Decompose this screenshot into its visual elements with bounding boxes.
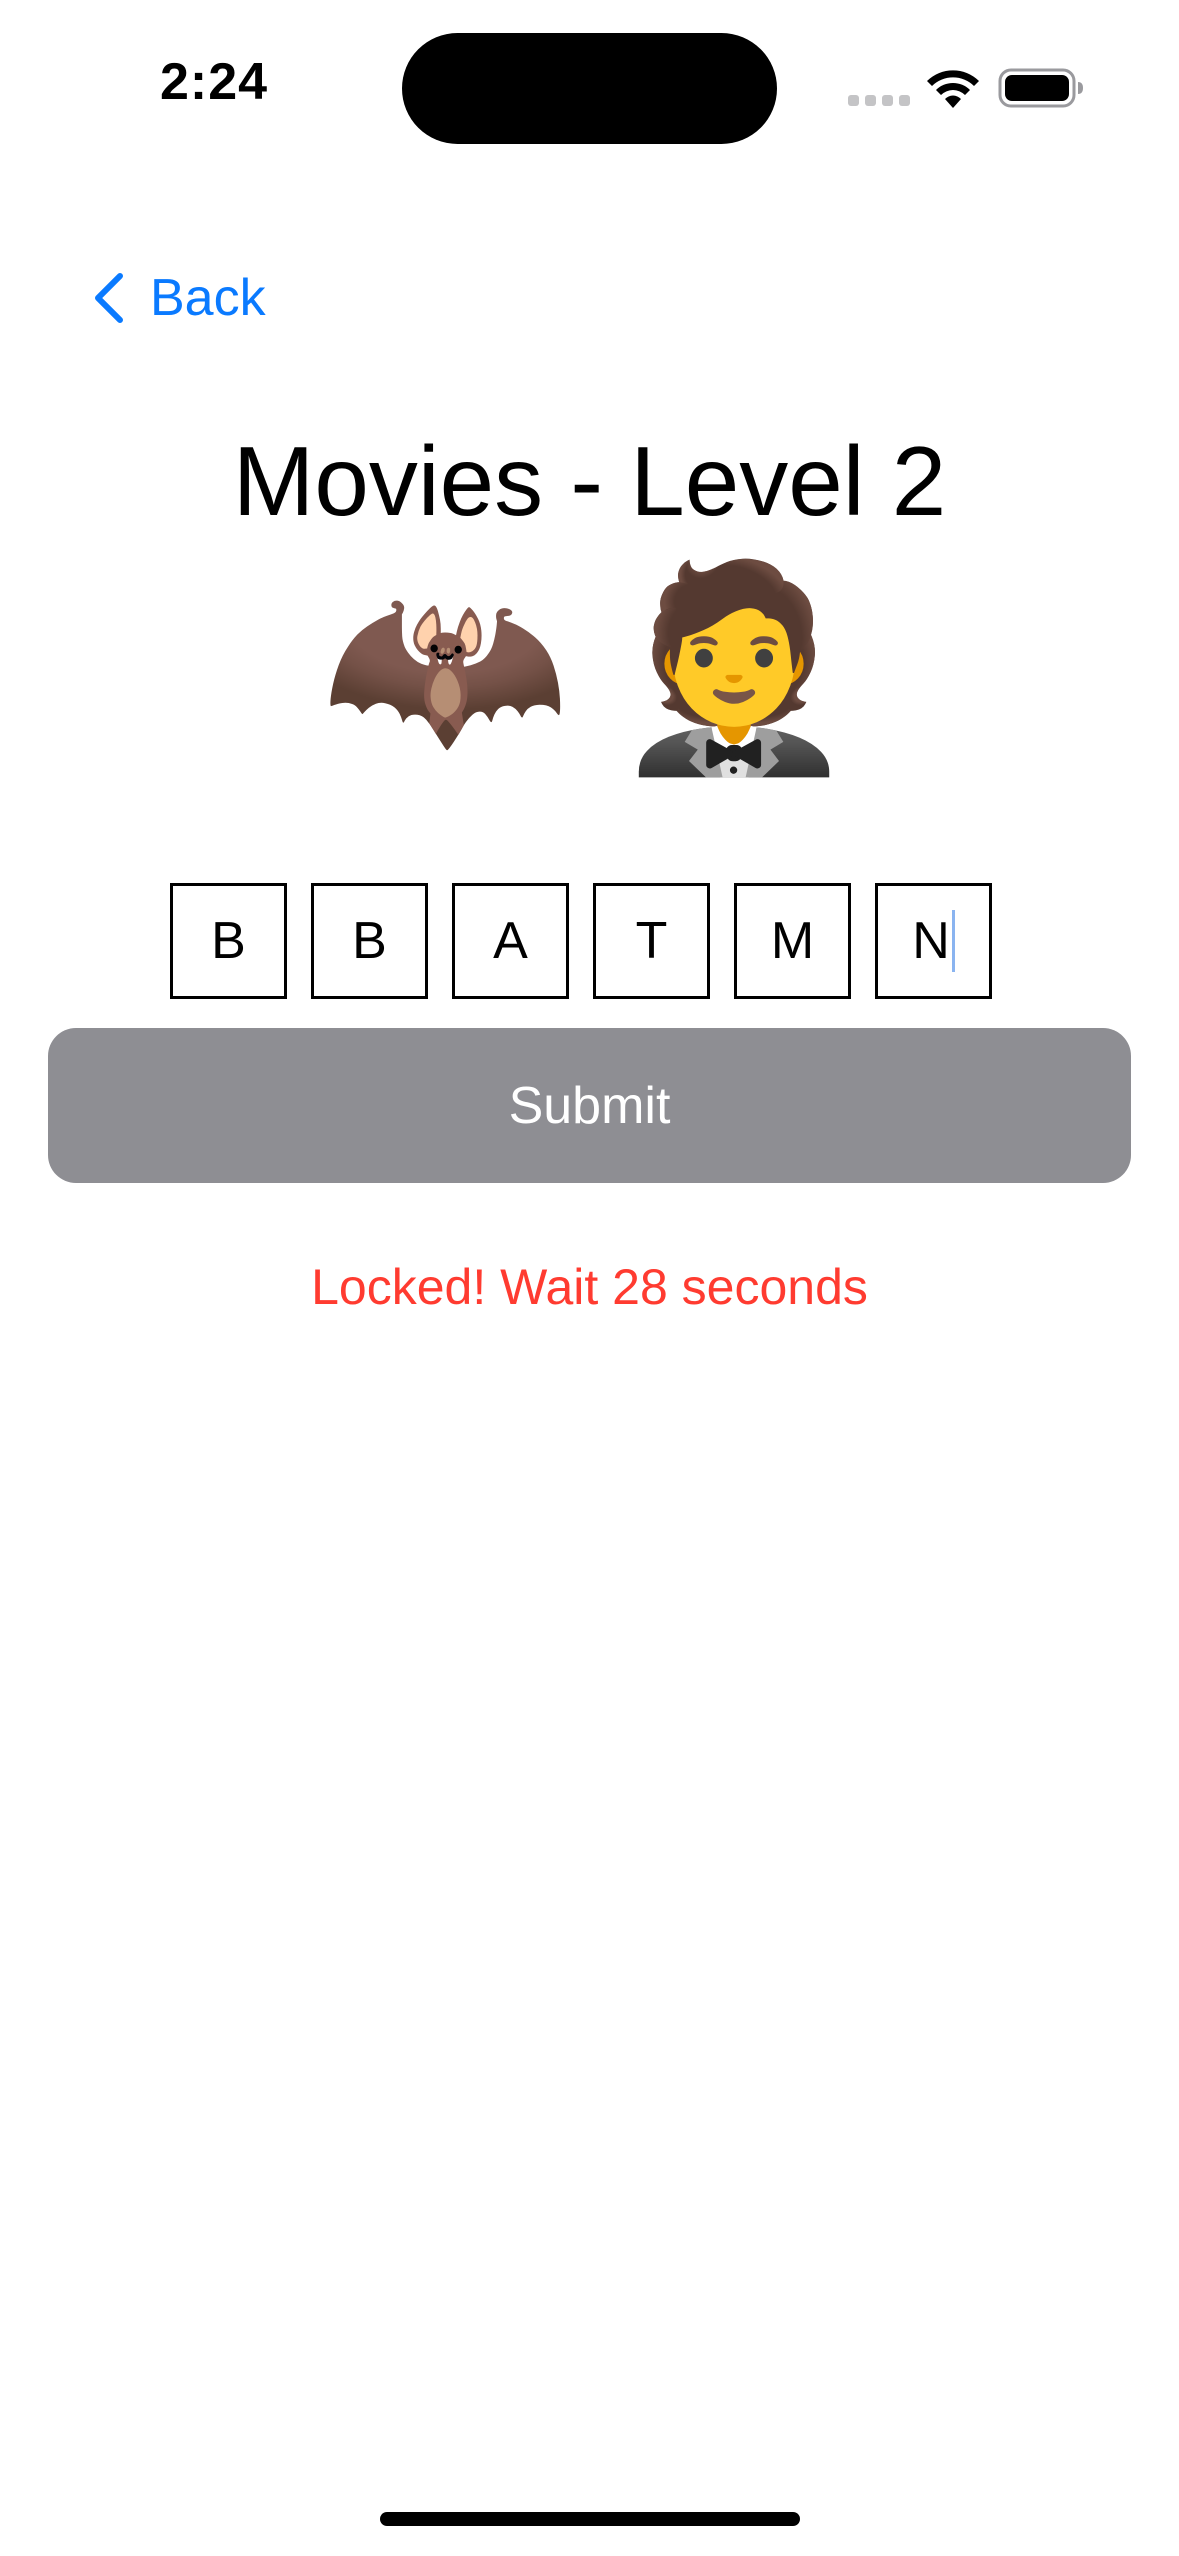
tuxedo-person-emoji: 🤵 — [609, 556, 859, 779]
letter-box-value: A — [493, 912, 528, 970]
letter-box-value: T — [635, 912, 668, 970]
answer-letter-row: B B A T M N — [170, 883, 992, 999]
letter-box-value: B — [352, 912, 387, 970]
submit-label: Submit — [508, 1076, 671, 1135]
lock-message: Locked! Wait 28 seconds — [311, 1259, 868, 1315]
letter-box-value: B — [211, 912, 246, 970]
letter-box-1[interactable]: B — [170, 883, 287, 999]
letter-box-6[interactable]: N — [875, 883, 992, 999]
wifi-icon — [927, 70, 979, 108]
letter-box-3[interactable]: A — [452, 883, 569, 999]
status-time: 2:24 — [160, 53, 269, 111]
letter-box-2[interactable]: B — [311, 883, 428, 999]
text-caret — [951, 910, 955, 972]
chevron-left-icon — [95, 273, 123, 323]
submit-button[interactable]: Submit — [48, 1028, 1131, 1183]
dynamic-island — [402, 33, 777, 144]
screen: 2:24 Back Movies - Level 2 🦇 🤵 B B A T M… — [0, 0, 1179, 2556]
home-indicator[interactable] — [380, 2512, 800, 2526]
bat-emoji: 🦇 — [320, 556, 570, 779]
letter-box-5[interactable]: M — [734, 883, 851, 999]
back-button[interactable]: Back — [90, 268, 266, 328]
letter-box-value: M — [770, 912, 815, 970]
page-title: Movies - Level 2 — [232, 426, 947, 536]
letter-box-value: N — [912, 912, 950, 970]
emoji-clue: 🦇 🤵 — [0, 568, 1179, 768]
back-label: Back — [150, 269, 266, 327]
letter-box-4[interactable]: T — [593, 883, 710, 999]
cellular-signal-icon — [848, 95, 910, 106]
battery-icon — [998, 68, 1083, 108]
